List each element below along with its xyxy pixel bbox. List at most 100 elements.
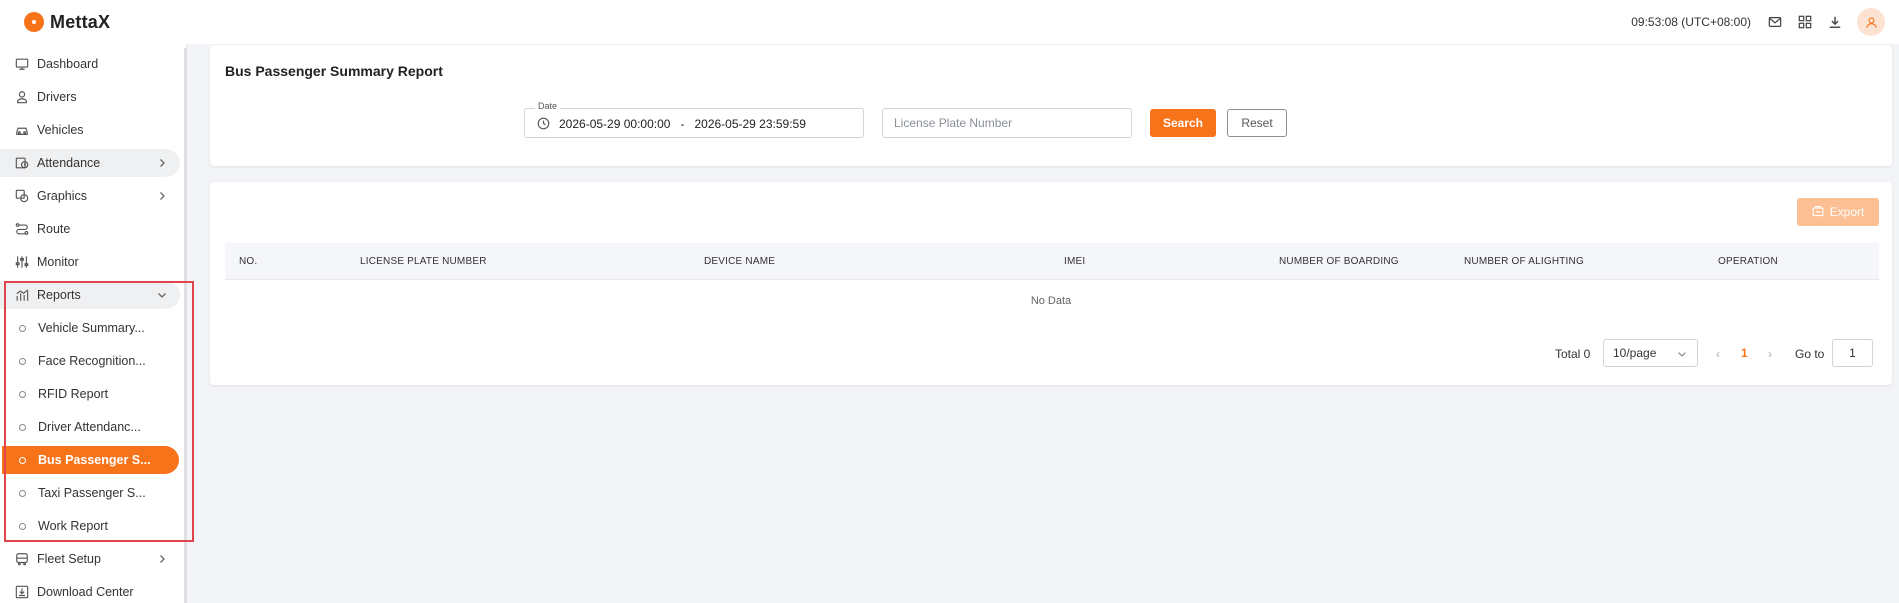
sliders-icon: [14, 254, 30, 270]
app-logo[interactable]: MettaX: [24, 12, 110, 33]
export-label: Export: [1829, 205, 1865, 219]
date-range-value: 2026-05-29 00:00:00 - 2026-05-29 23:59:5…: [559, 117, 806, 131]
sidebar-subitem-label: Face Recognition...: [38, 354, 146, 368]
date-start: 2026-05-29 00:00:00: [559, 117, 671, 131]
attendance-icon: [14, 155, 30, 171]
user-avatar-icon[interactable]: [1857, 8, 1885, 36]
date-label: Date: [535, 101, 561, 111]
sidebar-item-label: Drivers: [37, 90, 77, 104]
sidebar-subitem-work-report[interactable]: Work Report: [0, 512, 180, 540]
clock-icon: [537, 117, 550, 130]
next-page-button[interactable]: ›: [1768, 347, 1772, 361]
chart-icon: [14, 287, 30, 303]
sidebar-item-vehicles[interactable]: Vehicles: [0, 116, 180, 144]
sidebar-item-route[interactable]: Route: [0, 215, 180, 243]
filter-panel: Bus Passenger Summary Report Date 2026-0…: [210, 45, 1892, 166]
sidebar-item-label: Route: [37, 222, 71, 236]
page-size-select[interactable]: 10/page: [1603, 339, 1698, 367]
mail-icon[interactable]: [1767, 14, 1783, 30]
sidebar-item-label: Monitor: [37, 255, 79, 269]
clock-readout: 09:53:08 (UTC+08:00): [1631, 15, 1751, 29]
sidebar-subitem-label: Vehicle Summary...: [38, 321, 145, 335]
date-separator: -: [680, 117, 685, 131]
column-header-imei: IMEI: [1064, 256, 1086, 267]
bullet-icon: [19, 357, 26, 365]
bullet-icon: [19, 522, 26, 530]
reset-button[interactable]: Reset: [1227, 109, 1287, 137]
empty-state-text: No Data: [1030, 295, 1072, 307]
table-header: NO. LICENSE PLATE NUMBER DEVICE NAME IME…: [225, 243, 1879, 280]
search-button[interactable]: Search: [1150, 109, 1216, 137]
results-panel: Export NO. LICENSE PLATE NUMBER DEVICE N…: [210, 182, 1892, 385]
route-icon: [14, 221, 30, 237]
bullet-icon: [19, 324, 26, 332]
column-header-operation: OPERATION: [1718, 256, 1778, 267]
goto-label: Go to: [1795, 347, 1825, 361]
chevron-right-icon: [156, 190, 168, 202]
sidebar-subitem-label: Taxi Passenger S...: [38, 486, 146, 500]
graphics-icon: [14, 188, 30, 204]
sidebar-subitem-label: Work Report: [38, 519, 108, 533]
column-header-device-name: DEVICE NAME: [704, 256, 776, 267]
sidebar-item-label: Attendance: [37, 156, 101, 170]
column-header-boarding: NUMBER OF BOARDING: [1279, 256, 1399, 267]
sidebar-item-label: Fleet Setup: [37, 552, 101, 566]
bullet-icon: [19, 390, 26, 398]
bullet-icon: [19, 423, 26, 431]
sidebar-item-label: Dashboard: [37, 57, 99, 71]
chevron-down-icon: [156, 289, 168, 301]
apps-grid-icon[interactable]: [1797, 14, 1813, 30]
sidebar-subitem-driver-attendance[interactable]: Driver Attendanc...: [0, 413, 180, 441]
sidebar-subitem-vehicle-summary[interactable]: Vehicle Summary...: [0, 314, 180, 342]
sidebar-item-dashboard[interactable]: Dashboard: [0, 50, 180, 78]
monitor-icon: [14, 56, 30, 72]
column-header-no: NO.: [239, 256, 258, 267]
sidebar-item-label: Download Center: [37, 585, 134, 599]
export-button[interactable]: Export: [1797, 198, 1879, 226]
goto-page-input[interactable]: [1832, 339, 1873, 367]
sidebar-item-label: Reports: [37, 288, 81, 302]
page-number-current[interactable]: 1: [1741, 346, 1748, 360]
sidebar-subitem-rfid-report[interactable]: RFID Report: [0, 380, 180, 408]
license-plate-input[interactable]: [882, 108, 1132, 138]
bullet-icon: [19, 456, 26, 464]
sidebar-item-reports[interactable]: Reports: [0, 281, 180, 309]
sidebar-subitem-face-recognition[interactable]: Face Recognition...: [0, 347, 180, 375]
app-name: MettaX: [50, 11, 111, 32]
sidebar-item-graphics[interactable]: Graphics: [0, 182, 180, 210]
page-title: Bus Passenger Summary Report: [225, 63, 443, 79]
sidebar-item-label: Vehicles: [37, 123, 84, 137]
pagination-total: Total 0: [1555, 347, 1591, 361]
person-icon: [14, 89, 30, 105]
sidebar-item-drivers[interactable]: Drivers: [0, 83, 180, 111]
chevron-right-icon: [156, 157, 168, 169]
sidebar-subitem-taxi-passenger[interactable]: Taxi Passenger S...: [0, 479, 180, 507]
date-end: 2026-05-29 23:59:59: [694, 117, 806, 131]
mettax-logo-icon: [24, 12, 44, 32]
sidebar-subitem-label: RFID Report: [38, 387, 109, 401]
sidebar-item-label: Graphics: [37, 189, 88, 203]
sidebar: Dashboard Drivers Vehicles Attendance Gr…: [0, 44, 187, 603]
sidebar-item-fleet-setup[interactable]: Fleet Setup: [0, 545, 180, 573]
sidebar-item-download-center[interactable]: Download Center: [0, 578, 180, 603]
chevron-right-icon: [156, 553, 168, 565]
bullet-icon: [19, 489, 26, 497]
download-icon[interactable]: [1827, 14, 1843, 30]
car-icon: [14, 122, 30, 138]
sidebar-scrollbar[interactable]: [184, 48, 187, 603]
bus-icon: [14, 551, 30, 567]
sidebar-item-monitor[interactable]: Monitor: [0, 248, 180, 276]
date-range-picker[interactable]: Date 2026-05-29 00:00:00 - 2026-05-29 23…: [524, 101, 864, 138]
export-icon: [1812, 205, 1824, 220]
top-bar: MettaX 09:53:08 (UTC+08:00): [0, 0, 1899, 44]
sidebar-subitem-label: Bus Passenger S...: [38, 453, 151, 467]
column-header-license-plate: LICENSE PLATE NUMBER: [360, 256, 487, 267]
sidebar-item-attendance[interactable]: Attendance: [0, 149, 180, 177]
sidebar-subitem-bus-passenger[interactable]: Bus Passenger S...: [2, 446, 179, 474]
download-box-icon: [14, 584, 30, 600]
page-size-value: 10/page: [1613, 346, 1657, 360]
column-header-alighting: NUMBER OF ALIGHTING: [1464, 256, 1584, 267]
chevron-down-icon: [1677, 348, 1687, 358]
prev-page-button[interactable]: ‹: [1716, 347, 1720, 361]
sidebar-subitem-label: Driver Attendanc...: [38, 420, 141, 434]
